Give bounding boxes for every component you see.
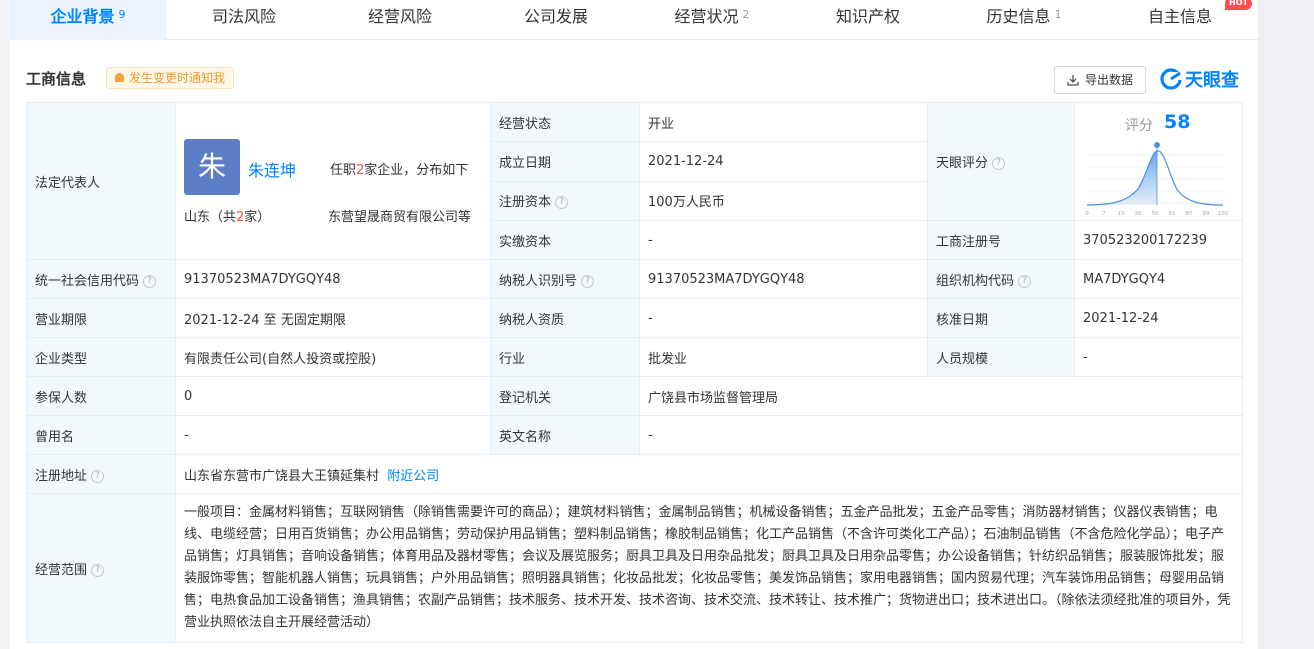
former-name-label: 曾用名: [26, 415, 176, 455]
company-info-panel: 企业背景 9 司法风险 经营风险 公司发展 经营状况 2 知识产权 历史信息 1 自主…: [10, 0, 1258, 649]
authority-label: 登记机关: [490, 376, 640, 416]
en-name-value: -: [639, 415, 1243, 455]
score-axis-tick: 87: [1186, 211, 1193, 217]
hot-badge: HOT: [1225, 0, 1252, 10]
term-label: 营业期限: [26, 298, 176, 338]
founded-value: 2021-12-24: [639, 141, 928, 182]
rep-positions: 任职2家企业，分布如下: [330, 163, 469, 178]
score-area: [1087, 151, 1157, 205]
reg-no-value: 370523200172239: [1074, 220, 1243, 260]
former-name-value: -: [175, 415, 491, 455]
address-value: 山东省东营市广饶县大王镇延集村 附近公司: [175, 454, 1243, 494]
tab-count: 1: [1054, 8, 1062, 21]
credit-code-label: 统一社会信用代码?: [26, 259, 176, 299]
score-axis-tick: 99: [1203, 211, 1210, 217]
tab-development[interactable]: 公司发展: [478, 0, 634, 40]
industry-value: 批发业: [639, 337, 928, 377]
help-icon[interactable]: ?: [143, 274, 157, 288]
tab-ip[interactable]: 知识产权: [790, 0, 946, 40]
staff-label: 人员规模: [927, 337, 1075, 377]
taxpayer-qual-value: -: [639, 298, 928, 338]
rep-cell: 朱 朱连坤 任职2家企业，分布如下 山东（共2家） 东营望晟商贸有限公司等: [175, 102, 491, 260]
export-button[interactable]: 导出数据: [1054, 66, 1146, 94]
credit-code-value: 91370523MA7DYGQY48: [175, 259, 491, 299]
tab-count: 2: [742, 8, 750, 21]
business-info-table: 法定代表人 朱 朱连坤 任职2家企业，分布如下 山东（共2家） 东营望晟商贸有限…: [26, 101, 1243, 643]
notify-button[interactable]: 发生变更时通知我: [106, 67, 235, 89]
score-axis-tick: 100: [1218, 211, 1229, 217]
address-label: 注册地址?: [26, 454, 176, 494]
logo-icon: [1160, 68, 1182, 90]
help-icon[interactable]: ?: [581, 274, 595, 288]
help-icon[interactable]: ?: [91, 469, 105, 483]
taxpayer-id-value: 91370523MA7DYGQY48: [639, 259, 928, 299]
tianyancha-logo: 天眼查: [1160, 66, 1239, 92]
term-value: 2021-12-24 至 无固定期限: [175, 298, 491, 338]
tab-operations[interactable]: 经营状况 2: [634, 0, 790, 40]
score-axis: 0 7 15 30 50 65 87 99 100: [1085, 211, 1228, 217]
score-value: 58: [1164, 111, 1191, 133]
avatar[interactable]: 朱: [184, 139, 240, 195]
score-axis-tick: 30: [1135, 211, 1142, 217]
page-gutter: [1258, 0, 1314, 649]
score-marker: [1154, 142, 1160, 148]
help-icon[interactable]: ?: [91, 563, 105, 577]
type-value: 有限责任公司(自然人投资或控股): [175, 337, 491, 377]
taxpayer-id-label: 纳税人识别号?: [490, 259, 640, 299]
type-label: 企业类型: [26, 337, 176, 377]
staff-value: -: [1074, 337, 1243, 377]
score-axis-tick: 0: [1085, 211, 1089, 217]
reg-capital-label: 注册资本?: [490, 180, 640, 222]
authority-value: 广饶县市场监督管理局: [639, 376, 1243, 416]
help-icon[interactable]: ?: [555, 196, 569, 210]
nearby-companies-link[interactable]: 附近公司: [387, 469, 439, 484]
org-code-label: 组织机构代码?: [927, 259, 1075, 299]
tab-history[interactable]: 历史信息 1: [946, 0, 1102, 40]
industry-label: 行业: [490, 337, 640, 377]
score-axis-tick: 7: [1102, 211, 1106, 217]
rep-company-link[interactable]: 东营望晟商贸有限公司等: [328, 206, 471, 225]
bell-icon: [115, 73, 124, 82]
score-axis-tick: 15: [1118, 211, 1125, 217]
tab-count: 9: [118, 8, 126, 21]
rep-label: 法定代表人: [26, 102, 176, 260]
scope-value: 一般项目：金属材料销售；互联网销售（除销售需要许可的商品）；建筑材料销售；金属制…: [175, 493, 1243, 643]
org-code-value: MA7DYGQY4: [1074, 259, 1243, 299]
help-icon[interactable]: ?: [992, 157, 1006, 170]
score-axis-tick: 50: [1152, 211, 1159, 217]
tab-self-info[interactable]: 自主信息 HOT: [1102, 0, 1258, 40]
tab-bar: 企业背景 9 司法风险 经营风险 公司发展 经营状况 2 知识产权 历史信息 1 自主…: [10, 0, 1258, 40]
rep-region[interactable]: 山东（共2家）: [184, 206, 270, 225]
score-label-cell: 天眼评分?: [927, 102, 1075, 221]
paid-capital-label: 实缴资本: [490, 220, 640, 260]
paid-capital-value: -: [639, 220, 928, 260]
tab-operating-risk[interactable]: 经营风险: [322, 0, 478, 40]
download-icon: [1067, 75, 1079, 86]
reg-capital-value: 100万人民币: [639, 180, 928, 222]
score-caption: 评分: [1125, 118, 1153, 134]
reg-no-label: 工商注册号: [927, 220, 1075, 260]
status-label: 经营状态: [490, 101, 640, 143]
insured-value: 0: [175, 376, 491, 416]
status-value: 开业: [639, 101, 928, 143]
scope-label: 经营范围?: [26, 493, 176, 643]
section-title: 工商信息: [26, 70, 87, 88]
insured-label: 参保人数: [26, 376, 176, 416]
tab-judicial-risk[interactable]: 司法风险: [166, 0, 322, 40]
rep-name-link[interactable]: 朱连坤: [248, 157, 296, 181]
score-cell[interactable]: 评分 58 0 7 15 30 50 65 87 99 100: [1074, 102, 1243, 221]
taxpayer-qual-label: 纳税人资质: [490, 298, 640, 338]
tab-background[interactable]: 企业背景 9: [10, 0, 166, 40]
score-distribution-chart: 0 7 15 30 50 65 87 99 100: [1085, 142, 1229, 217]
score-axis-tick: 65: [1169, 211, 1176, 217]
help-icon[interactable]: ?: [1018, 274, 1032, 288]
en-name-label: 英文名称: [490, 415, 640, 455]
approve-date-label: 核准日期: [927, 298, 1075, 338]
founded-label: 成立日期: [490, 141, 640, 182]
approve-date-value: 2021-12-24: [1074, 298, 1243, 338]
